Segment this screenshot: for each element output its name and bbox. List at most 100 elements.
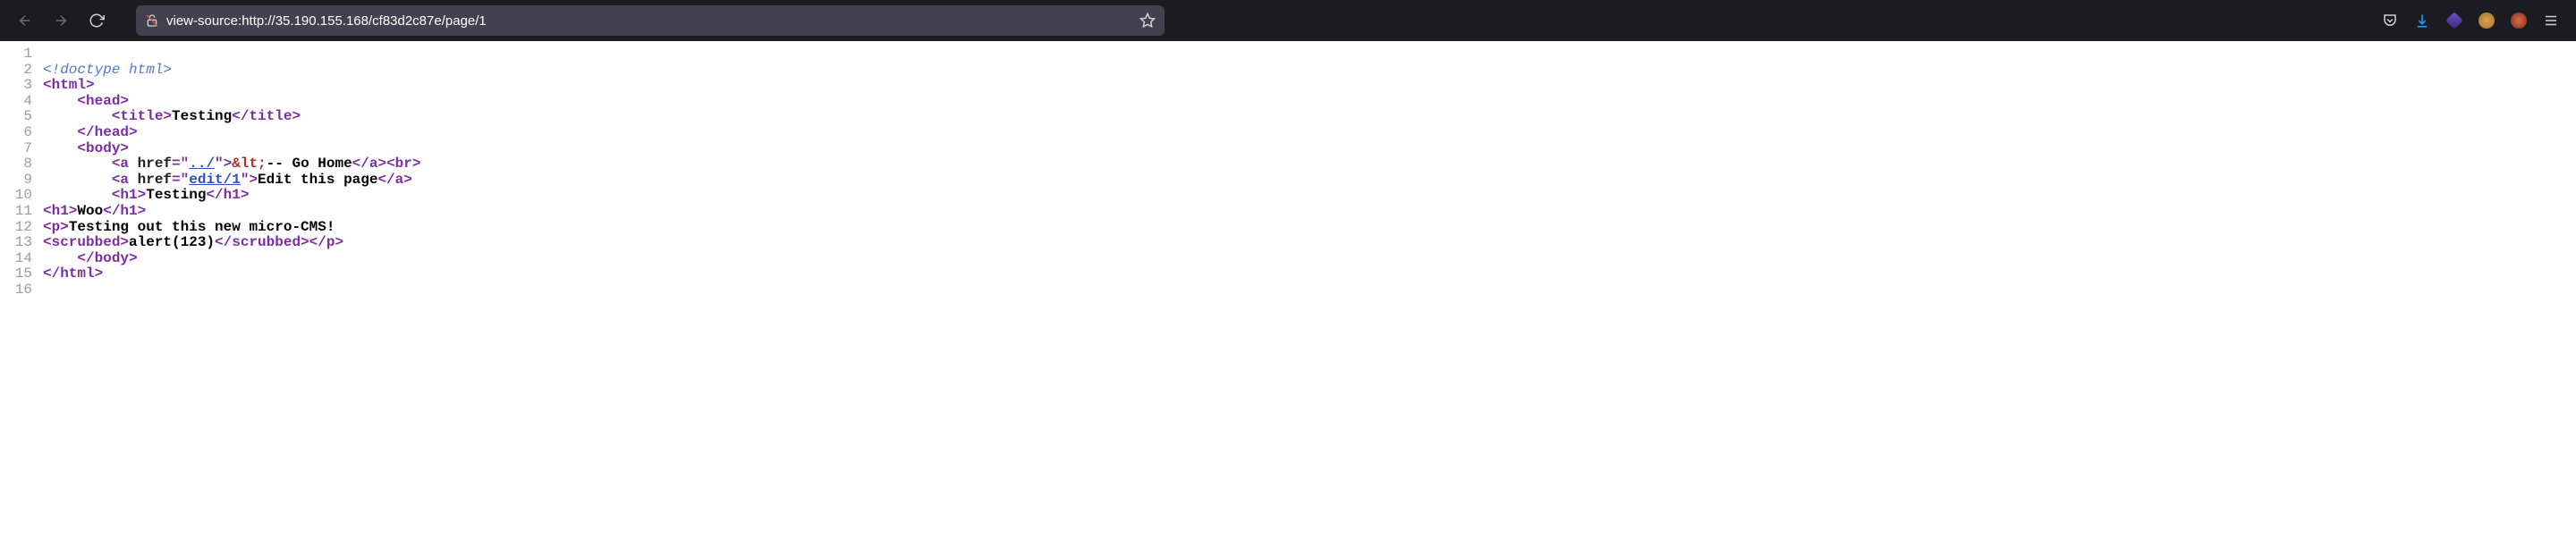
token <box>43 156 112 172</box>
line-number: 14 <box>0 251 39 267</box>
browser-toolbar: view-source:http://35.190.155.168/cf83d2… <box>0 0 2576 41</box>
token: &lt; <box>232 156 266 172</box>
line-number: 16 <box>0 282 39 299</box>
token <box>43 250 77 266</box>
token: </scrubbed></p> <box>215 234 343 250</box>
token: </h1> <box>206 187 249 203</box>
line-code: <a href="edit/1">Edit this page</a> <box>39 173 412 189</box>
extension-3[interactable] <box>2504 6 2533 35</box>
forward-button[interactable] <box>47 6 75 35</box>
line-number: 11 <box>0 204 39 220</box>
pocket-icon <box>2382 13 2398 29</box>
token: Woo <box>77 203 103 219</box>
source-link[interactable]: edit/1 <box>189 172 241 188</box>
token: <h1> <box>43 203 77 219</box>
token <box>43 187 112 203</box>
extension-diamond-icon <box>2445 12 2463 29</box>
url-text: view-source:http://35.190.155.168/cf83d2… <box>166 13 1132 29</box>
back-button[interactable] <box>11 6 39 35</box>
source-link[interactable]: ../ <box>189 156 215 172</box>
line-code: <scrubbed>alert(123)</scrubbed></p> <box>39 235 343 251</box>
token: </html> <box>43 265 103 282</box>
line-code <box>39 282 43 299</box>
token: Testing <box>172 108 232 124</box>
source-line: 14 </body> <box>0 251 2576 267</box>
source-line: 8 <a href="../">&lt;-- Go Home</a><br> <box>0 156 2576 173</box>
extension-swirl-icon <box>2511 13 2527 29</box>
token: href <box>138 172 172 188</box>
token: <h1> <box>112 187 146 203</box>
line-code: <h1>Woo</h1> <box>39 204 146 220</box>
source-line: 9 <a href="edit/1">Edit this page</a> <box>0 173 2576 189</box>
token: Testing out this new micro-CMS! <box>69 219 335 235</box>
source-line: 3<html> <box>0 78 2576 94</box>
token: =" <box>172 156 189 172</box>
token: <html> <box>43 77 95 93</box>
token: href <box>138 156 172 172</box>
token <box>43 124 77 140</box>
token: Testing <box>146 187 206 203</box>
source-view: 12<!doctype html>3<html>4 <head>5 <title… <box>0 41 2576 304</box>
arrow-right-icon <box>53 13 69 29</box>
line-number: 8 <box>0 156 39 173</box>
token: </a><br> <box>352 156 421 172</box>
token: <p> <box>43 219 69 235</box>
download-icon <box>2414 13 2430 29</box>
line-number: 1 <box>0 46 39 63</box>
hamburger-icon <box>2543 13 2559 29</box>
line-code <box>39 46 43 63</box>
token: Edit this page <box>258 172 377 188</box>
line-code: </body> <box>39 251 138 267</box>
extension-2[interactable] <box>2472 6 2501 35</box>
line-number: 15 <box>0 266 39 282</box>
line-code: <a href="../">&lt;-- Go Home</a><br> <box>39 156 420 173</box>
extension-cookie-icon <box>2479 13 2495 29</box>
arrow-left-icon <box>17 13 33 29</box>
line-number: 5 <box>0 109 39 125</box>
token: <body> <box>77 140 129 156</box>
token: -- Go Home <box>267 156 352 172</box>
token: <a <box>112 156 138 172</box>
token: alert(123) <box>129 234 215 250</box>
line-code: </html> <box>39 266 103 282</box>
line-code: <p>Testing out this new micro-CMS! <box>39 220 335 236</box>
download-button[interactable] <box>2408 6 2436 35</box>
line-code: <title>Testing</title> <box>39 109 301 125</box>
reload-icon <box>89 13 105 29</box>
toolbar-right <box>2376 6 2565 35</box>
token: </a> <box>377 172 411 188</box>
source-line: 2<!doctype html> <box>0 63 2576 79</box>
line-code: <h1>Testing</h1> <box>39 188 249 204</box>
token: <scrubbed> <box>43 234 129 250</box>
line-code: <head> <box>39 94 129 110</box>
source-line: 5 <title>Testing</title> <box>0 109 2576 125</box>
token: <head> <box>77 93 129 109</box>
token: </head> <box>77 124 137 140</box>
pocket-button[interactable] <box>2376 6 2404 35</box>
line-code: <!doctype html> <box>39 63 172 79</box>
source-line: 13<scrubbed>alert(123)</scrubbed></p> <box>0 235 2576 251</box>
menu-button[interactable] <box>2537 6 2565 35</box>
source-line: 11<h1>Woo</h1> <box>0 204 2576 220</box>
line-number: 4 <box>0 94 39 110</box>
line-code: <html> <box>39 78 95 94</box>
line-number: 9 <box>0 173 39 189</box>
line-number: 2 <box>0 63 39 79</box>
line-number: 6 <box>0 125 39 141</box>
token: <a <box>112 172 138 188</box>
token: </body> <box>77 250 137 266</box>
insecure-lock-icon <box>145 13 159 28</box>
extension-1[interactable] <box>2440 6 2469 35</box>
source-line: 15</html> <box>0 266 2576 282</box>
token: <title> <box>112 108 172 124</box>
token <box>43 108 112 124</box>
line-number: 13 <box>0 235 39 251</box>
token <box>43 172 112 188</box>
url-bar[interactable]: view-source:http://35.190.155.168/cf83d2… <box>136 5 1165 36</box>
line-number: 3 <box>0 78 39 94</box>
token: "> <box>241 172 258 188</box>
line-number: 7 <box>0 141 39 157</box>
source-line: 1 <box>0 46 2576 63</box>
star-icon[interactable] <box>1140 13 1156 29</box>
reload-button[interactable] <box>82 6 111 35</box>
